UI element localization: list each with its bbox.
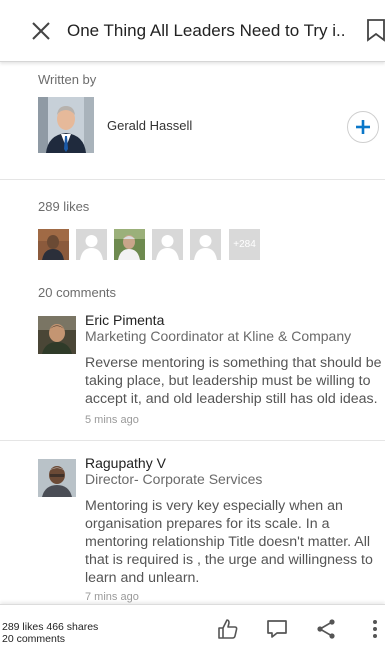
comment-time: 7 mins ago	[85, 591, 139, 603]
author-section: Written by Gerald Hassell	[0, 62, 385, 178]
comment-time: 5 mins ago	[85, 414, 139, 426]
likes-shares-count[interactable]: 289 likes 466 shares	[2, 621, 98, 633]
share-icon[interactable]	[314, 617, 338, 641]
comment-item: Ragupathy V Director- Corporate Services…	[0, 455, 385, 605]
divider	[0, 440, 385, 441]
liker-avatar[interactable]	[114, 229, 145, 260]
commenter-title: Director- Corporate Services	[85, 471, 263, 487]
author-avatar[interactable]	[38, 97, 94, 153]
comment-item: Eric Pimenta Marketing Coordinator at Kl…	[0, 312, 385, 440]
comments-count-label: 20 comments	[38, 285, 117, 300]
liker-avatar-placeholder[interactable]	[76, 229, 107, 260]
divider	[0, 179, 385, 180]
more-likers-badge[interactable]: +284	[229, 229, 260, 260]
article-title: One Thing All Leaders Need to Try i...	[67, 21, 347, 40]
commenter-name[interactable]: Ragupathy V	[85, 455, 166, 471]
comments-count[interactable]: 20 comments	[2, 633, 65, 645]
commenter-avatar[interactable]	[38, 459, 76, 497]
bottom-action-bar: 289 likes 466 shares 20 comments	[0, 604, 385, 648]
comment-icon[interactable]	[265, 617, 289, 641]
liker-avatar-placeholder[interactable]	[152, 229, 183, 260]
commenter-title: Marketing Coordinator at Kline & Company	[85, 328, 352, 344]
follow-author-button[interactable]	[347, 111, 379, 143]
likes-count-label[interactable]: 289 likes	[38, 199, 89, 214]
top-bar: One Thing All Leaders Need to Try i...	[0, 0, 385, 62]
comment-text: Mentoring is very key especially when an…	[85, 498, 373, 586]
close-icon[interactable]	[30, 20, 52, 42]
liker-avatar[interactable]	[38, 229, 69, 260]
like-icon[interactable]	[216, 617, 240, 641]
written-by-label: Written by	[38, 72, 97, 87]
plus-icon	[356, 120, 370, 134]
commenter-name[interactable]: Eric Pimenta	[85, 312, 164, 328]
liker-avatar-placeholder[interactable]	[190, 229, 221, 260]
comment-text: Reverse mentoring is something that shou…	[85, 355, 382, 407]
bookmark-icon[interactable]	[366, 18, 385, 42]
more-options-icon[interactable]	[368, 617, 382, 641]
commenter-avatar[interactable]	[38, 316, 76, 354]
author-name[interactable]: Gerald Hassell	[107, 118, 192, 133]
